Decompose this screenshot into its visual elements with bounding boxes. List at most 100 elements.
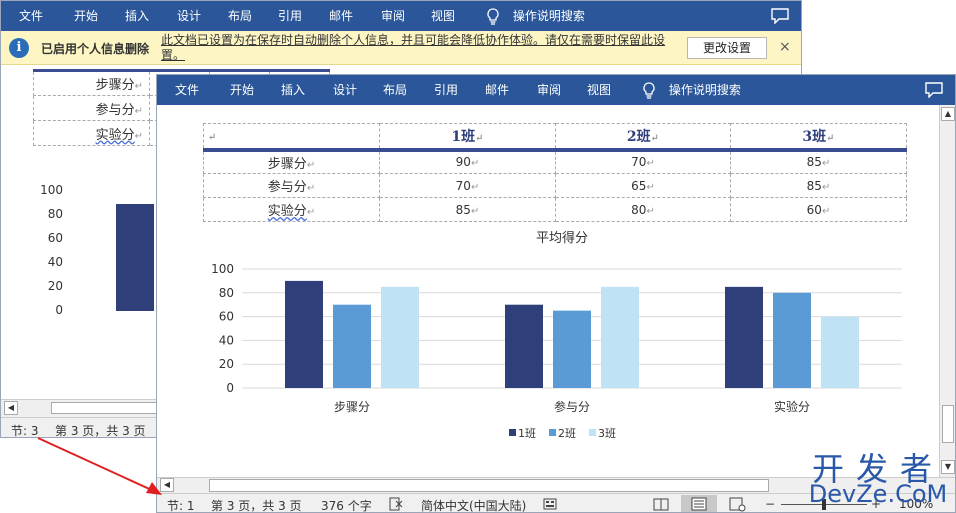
table-row: 实验分↵ 85↵ 80↵ 60↵ [203,197,907,222]
tab-design[interactable]: 设计 [177,1,201,31]
web-layout-icon[interactable] [719,495,755,513]
table-row: 参与分↵ 70↵ 65↵ 85↵ [203,173,907,198]
table-header-row: ↵ 1班↵ 2班↵ 3班↵ [203,123,907,150]
tab-file[interactable]: 文件 [175,75,199,105]
x-category-label: 步骤分 [334,400,370,414]
tab-view[interactable]: 视图 [587,75,611,105]
y-tick-label: 60 [219,310,234,324]
scroll-up-icon[interactable]: ▲ [941,107,955,121]
y-tick-label: 100 [211,262,234,276]
privacy-info-bar: i 已启用个人信息删除 此文档已设置为在保存时自动删除个人信息，并且可能会降低协… [1,31,801,65]
read-mode-icon[interactable] [643,495,679,513]
tab-layout[interactable]: 布局 [228,1,252,31]
y-tick-label: 20 [219,357,234,371]
table-cell: 60↵ [730,197,907,222]
front-ribbon-tabs: 文件 开始 插入 设计 布局 引用 邮件 审阅 视图 操作说明搜索 [157,75,955,105]
header-cell: 1班↵ [379,123,556,150]
table-row: 步骤分↵ 90↵ 70↵ 85↵ [203,147,907,174]
chart-bar[interactable] [773,292,811,388]
header-cell: 2班↵ [555,123,731,150]
info-bar-message[interactable]: 此文档已设置为在保存时自动删除个人信息，并且可能会降低协作体验。请仅在需要时保留… [161,33,681,63]
tab-insert[interactable]: 插入 [281,75,305,105]
legend-swatch [549,429,556,436]
chart-bar[interactable] [381,286,419,388]
scroll-thumb[interactable] [942,405,954,443]
back-ribbon-tabs: 文件 开始 插入 设计 布局 引用 邮件 审阅 视图 操作说明搜索 [1,1,801,31]
lightbulb-icon [487,7,499,25]
chart-bar[interactable] [333,304,371,388]
chart-bar[interactable] [505,304,543,388]
chart-bar[interactable] [821,316,859,388]
header-cell-empty: ↵ [203,123,380,150]
table-cell: 85↵ [379,197,556,222]
tab-home[interactable]: 开始 [230,75,254,105]
tab-view[interactable]: 视图 [431,1,455,31]
chart-bar[interactable] [553,310,591,388]
section-indicator[interactable]: 节: 3 [11,422,39,437]
word-count[interactable]: 376 个字 [321,497,372,512]
y-tick-label: 60 [47,231,63,245]
chart-title: 平均得分 [536,230,588,246]
x-category-label: 实验分 [774,399,810,414]
tab-review[interactable]: 审阅 [381,1,405,31]
tab-mailings[interactable]: 邮件 [485,75,509,105]
legend-label: 1班 [518,427,536,440]
close-icon[interactable]: × [779,39,791,55]
info-bar-title: 已启用个人信息删除 [41,42,150,56]
page-indicator[interactable]: 第 3 页，共 3 页 [211,497,302,512]
chart-bar [116,204,154,311]
zoom-out-button[interactable]: − [765,497,775,511]
change-settings-button[interactable]: 更改设置 [687,37,767,59]
tab-review[interactable]: 审阅 [537,75,561,105]
average-score-chart[interactable]: 平均得分 0 20 40 60 80 100 步骤分 参与分 实验分 1班 2班 3班 [197,225,917,455]
tab-home[interactable]: 开始 [74,1,98,31]
comment-icon[interactable] [771,8,789,24]
tell-me-search[interactable]: 操作说明搜索 [485,1,585,31]
page-indicator[interactable]: 第 3 页，共 3 页 [55,422,146,437]
chart-bar[interactable] [725,286,763,388]
table-cell: 70↵ [555,147,731,174]
section-indicator[interactable]: 节: 1 [167,497,195,512]
chart-bar[interactable] [601,286,639,388]
proofing-icon[interactable] [389,497,403,511]
y-tick-label: 0 [226,381,234,395]
front-document-area: ↵ 1班↵ 2班↵ 3班↵ 步骤分↵ 90↵ 70↵ 85↵ 参与分↵ 70↵ … [157,105,939,477]
tab-design[interactable]: 设计 [333,75,357,105]
scroll-left-icon[interactable]: ◀ [160,478,174,492]
tell-me-label: 操作说明搜索 [668,83,741,97]
info-icon: i [9,38,29,58]
tab-file[interactable]: 文件 [19,1,43,31]
header-cell: 3班↵ [730,123,907,150]
scroll-left-icon[interactable]: ◀ [4,401,18,415]
language-indicator[interactable]: 简体中文(中国大陆) [421,497,526,512]
tell-me-search[interactable]: 操作说明搜索 [641,75,741,105]
y-tick-label: 40 [219,333,234,347]
y-tick-label: 80 [47,207,63,221]
row-label: 实验分↵ [33,120,150,146]
chart-bar[interactable] [285,280,323,388]
table-cell: 65↵ [555,173,731,198]
y-tick-label: 40 [47,255,63,269]
tell-me-label: 操作说明搜索 [512,9,585,23]
x-category-label: 参与分 [554,399,590,414]
lightbulb-icon [643,81,655,99]
tab-mailings[interactable]: 邮件 [329,1,353,31]
table-cell: 85↵ [730,173,907,198]
tab-layout[interactable]: 布局 [383,75,407,105]
vertical-scrollbar[interactable]: ▲ ▼ [939,105,955,477]
y-tick-label: 80 [219,286,234,300]
tab-insert[interactable]: 插入 [125,1,149,31]
accessibility-icon[interactable] [543,497,557,511]
tab-references[interactable]: 引用 [278,1,302,31]
scroll-thumb[interactable] [209,479,769,492]
y-tick-label: 0 [55,303,63,317]
tab-references[interactable]: 引用 [434,75,458,105]
table-cell: 80↵ [555,197,731,222]
scroll-thumb[interactable] [51,402,161,414]
print-layout-icon[interactable] [681,495,717,513]
comment-icon[interactable] [925,82,943,98]
y-tick-label: 100 [40,183,63,197]
row-label: 参与分↵ [33,95,150,121]
legend-label: 3班 [598,427,616,440]
site-watermark: 开发者 DevZe.CoM [800,444,956,510]
